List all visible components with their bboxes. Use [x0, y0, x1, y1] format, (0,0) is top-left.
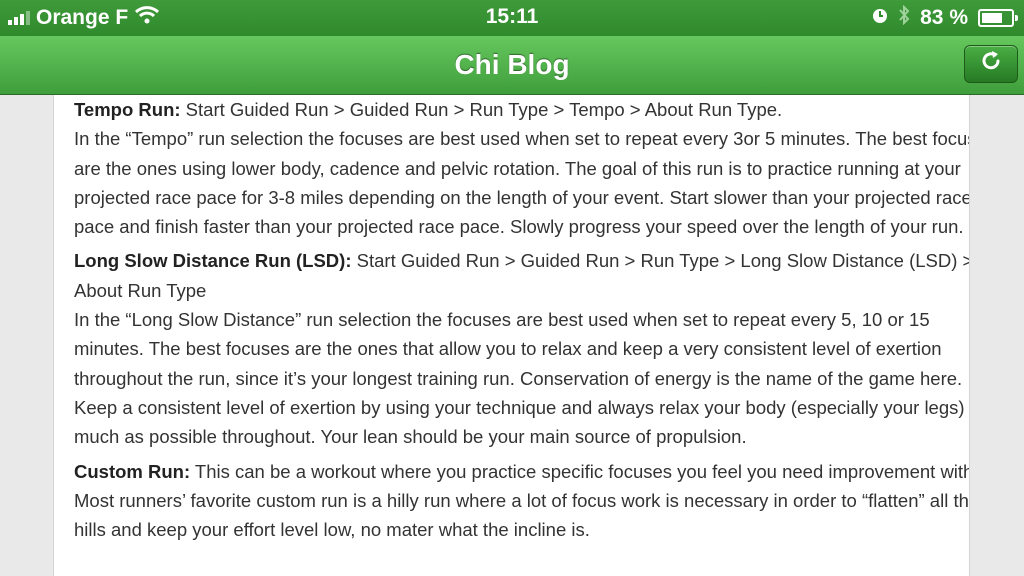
section-path: Start Guided Run > Guided Run > Run Type…: [180, 99, 783, 120]
page-title: Chi Blog: [454, 49, 570, 80]
bluetooth-icon: [898, 4, 910, 31]
refresh-button[interactable]: [964, 45, 1018, 83]
refresh-icon: [978, 48, 1004, 81]
section-heading: Tempo Run:: [74, 99, 181, 120]
clock-icon: [872, 6, 888, 30]
status-bar: Orange F 15:11 83 %: [0, 0, 1024, 36]
section-path: This can be a workout where you practice…: [74, 460, 970, 541]
section-lsd: Long Slow Distance Run (LSD): Start Guid…: [74, 246, 970, 451]
battery-icon: [978, 9, 1018, 27]
content-area[interactable]: Tempo Run: Start Guided Run > Guided Run…: [53, 95, 970, 576]
status-time: 15:11: [485, 5, 539, 28]
section-custom: Custom Run: This can be a workout where …: [74, 457, 970, 545]
status-right: 83 %: [872, 4, 1018, 31]
section-tempo: Tempo Run: Start Guided Run > Guided Run…: [74, 95, 970, 241]
nav-bar: Chi Blog: [0, 36, 1024, 95]
section-heading: Custom Run:: [74, 460, 191, 482]
section-heading: Long Slow Distance Run (LSD):: [74, 250, 352, 272]
battery-percent: 83 %: [920, 6, 968, 29]
section-body: In the “Long Slow Distance” run selectio…: [74, 309, 970, 448]
article-body: Tempo Run: Start Guided Run > Guided Run…: [74, 95, 970, 549]
section-body: In the “Tempo” run selection the focuses…: [74, 128, 970, 238]
